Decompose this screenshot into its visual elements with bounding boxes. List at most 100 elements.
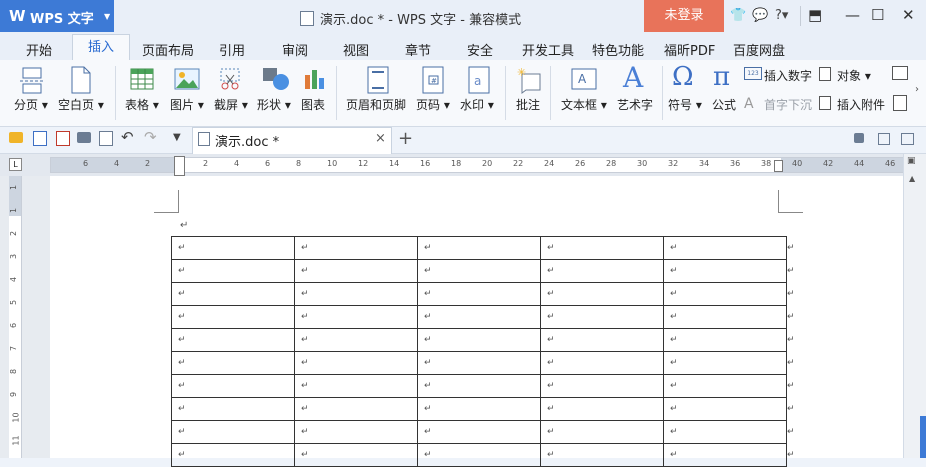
- redo-icon[interactable]: ↷: [144, 128, 157, 146]
- table-cell[interactable]: ↵: [540, 259, 664, 283]
- tab-page-layout[interactable]: 页面布局: [142, 40, 194, 59]
- pi-icon[interactable]: π: [713, 62, 730, 92]
- table-cell[interactable]: ↵: [540, 351, 664, 375]
- table-cell[interactable]: ↵: [171, 351, 295, 375]
- tab-home[interactable]: 开始: [26, 40, 52, 59]
- table-cell[interactable]: ↵: [171, 420, 295, 444]
- close-button[interactable]: ✕: [902, 6, 915, 24]
- chart-button[interactable]: 图表: [301, 96, 325, 113]
- table-cell[interactable]: ↵: [540, 328, 664, 352]
- page-number-button[interactable]: 页码 ▾: [416, 96, 450, 113]
- new-tab-button[interactable]: +: [398, 128, 413, 149]
- indent-marker[interactable]: [174, 156, 185, 176]
- table-cell[interactable]: ↵: [663, 351, 787, 375]
- page-break-button[interactable]: 分页 ▾: [14, 96, 48, 113]
- save-icon[interactable]: [33, 131, 47, 146]
- table-cell[interactable]: ↵: [663, 282, 787, 306]
- tab-review[interactable]: 审阅: [282, 40, 308, 59]
- export-pdf-icon[interactable]: [56, 131, 70, 146]
- table-cell[interactable]: ↵: [417, 420, 541, 444]
- tab-insert[interactable]: 插入: [72, 34, 130, 61]
- table-cell[interactable]: ↵: [171, 443, 295, 467]
- table-cell[interactable]: ↵: [540, 420, 664, 444]
- tab-foxit-pdf[interactable]: 福昕PDF: [664, 40, 715, 59]
- comment-button[interactable]: 批注: [516, 96, 540, 113]
- tab-baidu-netdisk[interactable]: 百度网盘: [733, 40, 785, 59]
- omega-icon[interactable]: Ω: [672, 62, 694, 92]
- header-footer-icon[interactable]: [367, 66, 389, 97]
- insert-attachment-button[interactable]: 插入附件: [837, 96, 885, 113]
- date-icon[interactable]: [892, 66, 908, 80]
- table-cell[interactable]: ↵: [417, 397, 541, 421]
- app-menu-button[interactable]: W WPS 文字 ▼: [0, 0, 114, 32]
- insert-number-icon[interactable]: 123: [744, 67, 762, 80]
- wordart-icon[interactable]: A: [623, 61, 643, 94]
- undo-icon[interactable]: ↶: [121, 128, 134, 146]
- table-cell[interactable]: ↵: [663, 420, 787, 444]
- table-cell[interactable]: ↵: [663, 328, 787, 352]
- table-cell[interactable]: ↵: [540, 397, 664, 421]
- panel-icon[interactable]: [901, 133, 914, 145]
- table-cell[interactable]: ↵: [663, 305, 787, 329]
- print-preview-icon[interactable]: [99, 131, 113, 146]
- tab-developer[interactable]: 开发工具: [522, 40, 574, 59]
- table-cell[interactable]: ↵: [171, 305, 295, 329]
- tab-security[interactable]: 安全: [467, 40, 493, 59]
- table-cell[interactable]: ↵: [417, 259, 541, 283]
- tab-chapter[interactable]: 章节: [405, 40, 431, 59]
- blank-page-button[interactable]: 空白页 ▾: [58, 96, 104, 113]
- textbox-icon[interactable]: A: [571, 66, 597, 95]
- formula-button[interactable]: 公式: [712, 96, 736, 113]
- close-tab-button[interactable]: ×: [375, 131, 386, 146]
- table-cell[interactable]: ↵: [540, 236, 664, 260]
- help-button[interactable]: ?▾: [775, 8, 788, 23]
- header-footer-button[interactable]: 页眉和页脚: [346, 96, 406, 113]
- print-icon[interactable]: [77, 132, 91, 143]
- ribbon-collapse-icon[interactable]: ⬒: [808, 6, 822, 24]
- window-mode-icon[interactable]: [878, 133, 890, 145]
- watermark-icon[interactable]: a: [468, 66, 490, 97]
- maximize-button[interactable]: ☐: [871, 6, 884, 24]
- page-number-icon[interactable]: #: [422, 66, 444, 97]
- table-cell[interactable]: ↵: [540, 374, 664, 398]
- table-cell[interactable]: ↵: [663, 236, 787, 260]
- table-cell[interactable]: ↵: [663, 397, 787, 421]
- table-cell[interactable]: ↵: [417, 328, 541, 352]
- table-cell[interactable]: ↵: [171, 328, 295, 352]
- comment-icon[interactable]: ✳: [516, 66, 542, 97]
- table-cell[interactable]: ↵: [663, 374, 787, 398]
- table-cell[interactable]: ↵: [171, 397, 295, 421]
- attachment-icon[interactable]: [819, 96, 831, 110]
- table-cell[interactable]: ↵: [171, 259, 295, 283]
- table-cell[interactable]: ↵: [171, 236, 295, 260]
- document-table[interactable]: ↵ ↵ ↵ ↵ ↵ ↵ ↵ ↵ ↵ ↵ ↵ ↵ ↵ ↵ ↵ ↵ ↵ ↵ ↵ ↵ ↵ ↵ ↵ ↵ ↵ ↵ ↵ ↵ ↵ ↵ ↵ ↵ ↵ ↵ ↵ ↵ ↵ ↵ ↵ ↵…: [171, 236, 798, 467]
- right-indent-marker[interactable]: [774, 160, 783, 172]
- minimize-button[interactable]: —: [845, 6, 860, 24]
- table-cell[interactable]: ↵: [294, 397, 418, 421]
- login-button[interactable]: 未登录: [644, 0, 724, 32]
- screenshot-icon[interactable]: [218, 67, 244, 94]
- table-cell[interactable]: ↵: [417, 282, 541, 306]
- table-cell[interactable]: ↵: [540, 443, 664, 467]
- skin-icon[interactable]: 👕: [730, 8, 746, 23]
- table-cell[interactable]: ↵: [294, 236, 418, 260]
- shapes-icon[interactable]: [262, 67, 290, 94]
- blank-page-icon[interactable]: [70, 66, 92, 97]
- symbol-button[interactable]: 符号 ▾: [668, 96, 702, 113]
- table-cell[interactable]: ↵: [294, 351, 418, 375]
- tab-references[interactable]: 引用: [219, 40, 245, 59]
- table-cell[interactable]: ↵: [294, 420, 418, 444]
- table-cell[interactable]: ↵: [171, 374, 295, 398]
- table-cell[interactable]: ↵: [294, 328, 418, 352]
- watermark-button[interactable]: 水印 ▾: [460, 96, 494, 113]
- table-cell[interactable]: ↵: [663, 259, 787, 283]
- tab-features[interactable]: 特色功能: [592, 40, 644, 59]
- wordart-button[interactable]: 艺术字: [617, 96, 653, 113]
- table-button[interactable]: 表格 ▾: [125, 96, 159, 113]
- table-cell[interactable]: ↵: [540, 305, 664, 329]
- ribbon-scroll-right-icon[interactable]: ›: [915, 84, 919, 95]
- table-cell[interactable]: ↵: [171, 282, 295, 306]
- table-cell[interactable]: ↵: [294, 305, 418, 329]
- document-part-icon[interactable]: [893, 95, 907, 111]
- picture-button[interactable]: 图片 ▾: [170, 96, 204, 113]
